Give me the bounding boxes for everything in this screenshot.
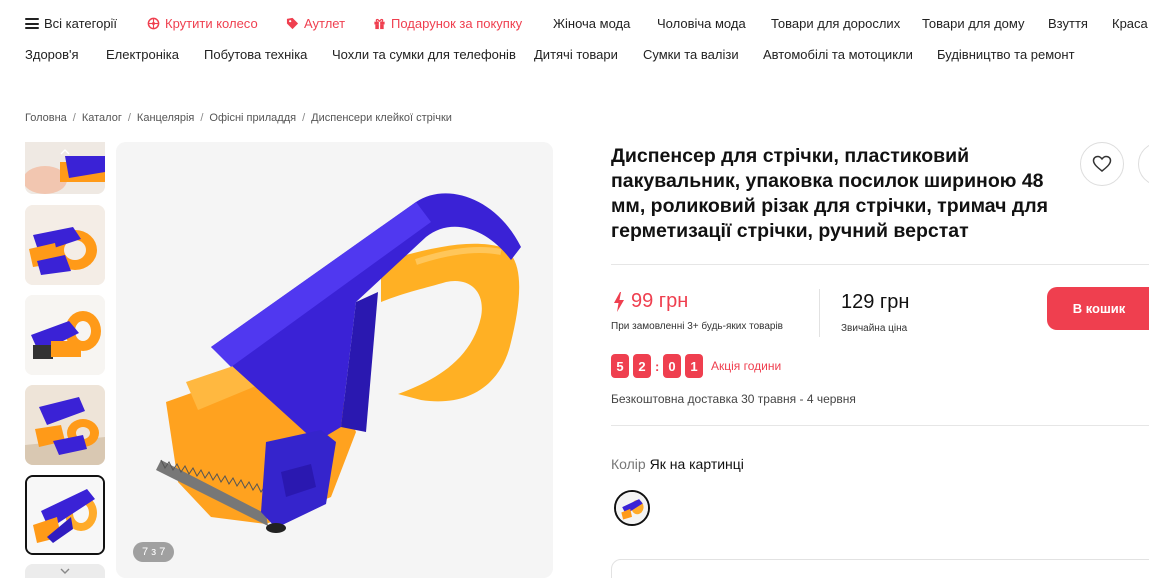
breadcrumb-home[interactable]: Головна — [25, 112, 67, 124]
image-counter: 7 з 7 — [133, 542, 175, 562]
price-divider — [819, 289, 820, 337]
spin-wheel-label: Крутити колесо — [165, 16, 258, 31]
nav-auto-label: Автомобілі та мотоцикли — [763, 47, 913, 62]
nav-men-fashion-label: Чоловіча мода — [657, 16, 746, 31]
thumbnail-5-selected[interactable] — [25, 475, 105, 555]
heart-icon — [1092, 155, 1112, 172]
wishlist-button[interactable] — [1080, 142, 1124, 186]
wheel-icon — [147, 17, 160, 30]
nav-home-goods-label: Товари для дому — [922, 16, 1025, 31]
promo-price: 99 грн — [613, 290, 688, 313]
nav-kids-label: Дитячі товари — [534, 47, 618, 62]
nav-adult-goods-label: Товари для дорослих — [771, 16, 901, 31]
nav-construction[interactable]: Будівництво та ремонт — [937, 47, 1075, 62]
nav-phone-cases[interactable]: Чохли та сумки для телефонів — [332, 47, 516, 62]
main-product-image[interactable] — [116, 142, 553, 578]
tape-dispenser-image — [116, 142, 553, 578]
nav-bags[interactable]: Сумки та валізи — [643, 47, 739, 62]
color-swatch-selected[interactable] — [614, 490, 650, 526]
sale-countdown: 5 2 : 0 1 Акція години — [611, 354, 781, 378]
color-option-label: Колір Як на картинці — [611, 456, 744, 472]
regular-price: 129 грн — [841, 291, 910, 313]
thumbnail-2[interactable] — [25, 205, 105, 285]
nav-shoes[interactable]: Взуття — [1048, 16, 1088, 31]
delivery-info: Безкоштовна доставка 30 травня - 4 червн… — [611, 392, 856, 406]
countdown-colon: : — [655, 358, 660, 374]
breadcrumb-stationery[interactable]: Канцелярія — [137, 112, 194, 124]
swatch-image — [616, 492, 648, 524]
thumbnail-3[interactable] — [25, 295, 105, 375]
nav-auto[interactable]: Автомобілі та мотоцикли — [763, 47, 913, 62]
thumbnail-4-image — [25, 385, 105, 465]
gift-label: Подарунок за покупку — [391, 16, 523, 31]
breadcrumb-tape-dispensers[interactable]: Диспенсери клейкої стрічки — [311, 112, 452, 124]
thumbnail-3-image — [25, 295, 105, 375]
nav-men-fashion[interactable]: Чоловіча мода — [657, 16, 746, 31]
thumbnail-5-image — [27, 477, 103, 553]
thumbnails-scroll-up-button[interactable] — [25, 144, 105, 160]
nav-beauty-label: Краса — [1112, 16, 1148, 31]
section-divider — [611, 425, 1149, 426]
outlet-link[interactable]: Аутлет — [286, 16, 345, 31]
color-value: Як на картинці — [649, 456, 744, 472]
countdown-digit: 2 — [633, 354, 651, 378]
nav-kids[interactable]: Дитячі товари — [534, 47, 618, 62]
countdown-label: Акція години — [711, 359, 782, 373]
promo-price-note: При замовленні 3+ будь-яких товарів — [611, 321, 783, 332]
lightning-icon — [614, 291, 624, 312]
tag-icon — [286, 17, 299, 30]
nav-health[interactable]: Здоров'я — [25, 47, 79, 62]
breadcrumb: Головна / Каталог / Канцелярія / Офісні прилад… — [25, 112, 452, 124]
nav-construction-label: Будівництво та ремонт — [937, 47, 1075, 62]
title-divider — [611, 264, 1149, 265]
countdown-digit: 0 — [663, 354, 681, 378]
nav-appliances-label: Побутова техніка — [204, 47, 308, 62]
breadcrumb-office-supplies[interactable]: Офісні приладдя — [209, 112, 296, 124]
outlet-label: Аутлет — [304, 16, 346, 31]
breadcrumb-separator: / — [200, 112, 204, 124]
spin-wheel-link[interactable]: Крутити колесо — [147, 16, 258, 31]
breadcrumb-separator: / — [72, 112, 76, 124]
nav-women-fashion[interactable]: Жіноча мода — [553, 16, 630, 31]
nav-electronics[interactable]: Електроніка — [106, 47, 179, 62]
nav-health-label: Здоров'я — [25, 47, 79, 62]
regular-price-note: Звичайна ціна — [841, 323, 908, 334]
chevron-down-icon — [60, 568, 70, 574]
chevron-up-icon — [60, 149, 70, 155]
gift-link[interactable]: Подарунок за покупку — [373, 16, 522, 31]
nav-home-goods[interactable]: Товари для дому — [922, 16, 1024, 31]
thumbnails-scroll-down-button[interactable] — [25, 565, 105, 577]
nav-appliances[interactable]: Побутова техніка — [204, 47, 307, 62]
all-categories-button[interactable]: Всі категорії — [25, 16, 117, 31]
nav-electronics-label: Електроніка — [106, 47, 180, 62]
nav-adult-goods[interactable]: Товари для дорослих — [771, 16, 900, 31]
countdown-digit: 5 — [611, 354, 629, 378]
promo-price-value: 99 грн — [631, 290, 689, 312]
nav-phone-cases-label: Чохли та сумки для телефонів — [332, 47, 516, 62]
gift-icon — [374, 18, 385, 30]
nav-beauty[interactable]: Краса — [1112, 16, 1148, 31]
hamburger-icon — [25, 18, 39, 29]
breadcrumb-separator: / — [302, 112, 306, 124]
nav-bags-label: Сумки та валізи — [643, 47, 739, 62]
thumbnail-2-image — [25, 205, 105, 285]
breadcrumb-catalog[interactable]: Каталог — [82, 112, 122, 124]
all-categories-label: Всі категорії — [44, 16, 118, 31]
color-key: Колір — [611, 456, 646, 472]
thumbnail-4[interactable] — [25, 385, 105, 465]
countdown-digit: 1 — [685, 354, 703, 378]
nav-shoes-label: Взуття — [1048, 16, 1088, 31]
product-title: Диспенсер для стрічки, пластиковий пакув… — [611, 145, 1049, 242]
share-button[interactable] — [1138, 142, 1149, 186]
thumbnail-strip — [25, 142, 105, 578]
add-to-cart-button[interactable]: В кошик — [1047, 287, 1149, 330]
size-selector-box[interactable] — [611, 559, 1149, 578]
breadcrumb-separator: / — [127, 112, 131, 124]
nav-women-fashion-label: Жіноча мода — [553, 16, 631, 31]
